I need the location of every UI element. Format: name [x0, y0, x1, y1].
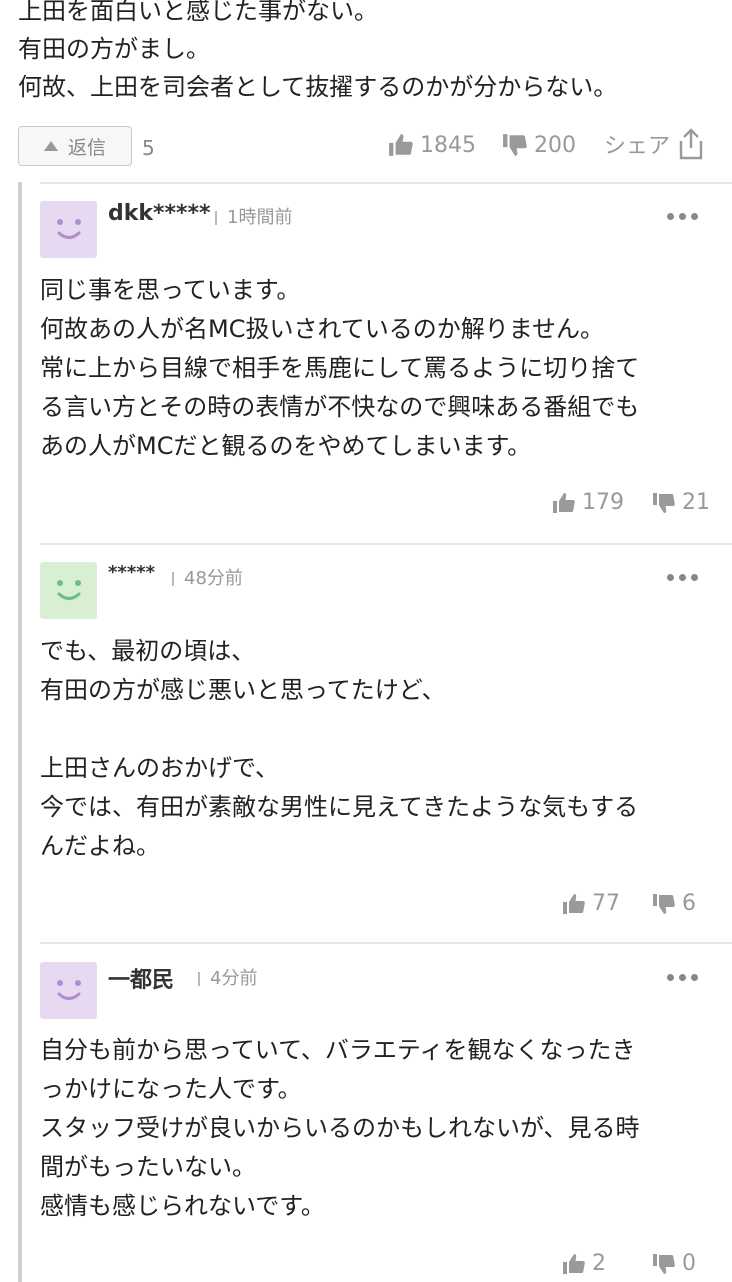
parent-comment-actions: 返信 5 1845 200 シェア — [18, 126, 714, 168]
dislike-button[interactable]: 0 — [652, 1251, 696, 1276]
username[interactable]: 一都民 — [108, 962, 174, 994]
more-options-icon[interactable] — [662, 574, 698, 581]
comment-line: 有田の方がまし。 — [18, 35, 210, 63]
comment-line: 自分も前から思っていて、バラエティを観なくなったき — [40, 1036, 636, 1064]
share-label: シェア — [604, 134, 671, 159]
thread-indent-line — [18, 182, 22, 1282]
like-button[interactable]: 179 — [552, 490, 624, 515]
dislike-button[interactable]: 6 — [652, 891, 696, 916]
more-options-icon[interactable] — [662, 213, 698, 220]
comment-line: スタッフ受けが良いからいるのかもしれないが、見る時 — [40, 1114, 640, 1142]
dislike-button[interactable]: 21 — [652, 490, 710, 515]
post-time-text: 1時間前 — [227, 207, 293, 228]
comment-line: 何故あの人が名MC扱いされているのか解りません。 — [40, 315, 605, 343]
dislike-count: 21 — [682, 490, 710, 515]
post-time: 4分前 — [198, 964, 257, 990]
comment-line: 上田を面白いと感じた事がない。 — [18, 0, 378, 25]
like-button[interactable]: 2 — [562, 1251, 606, 1276]
thumbs-down-icon — [653, 1253, 675, 1274]
comment-line: 今では、有田が素敵な男性に見えてきたような気もする — [40, 793, 639, 821]
post-time: 48分前 — [172, 564, 243, 590]
dislike-count: 6 — [682, 891, 696, 916]
divider — [40, 182, 732, 184]
reply-body: でも、最初の頃は、 有田の方が感じ悪いと思ってたけど、 上田さんのおかげで、 今… — [40, 632, 716, 866]
reply-body: 同じ事を思っています。 何故あの人が名MC扱いされているのか解りません。 常に上… — [40, 271, 716, 466]
comment-line: 間がもったいない。 — [40, 1153, 256, 1181]
comment-line: あの人がMCだと観るのをやめてしまいます。 — [40, 432, 532, 460]
like-button[interactable]: 77 — [562, 891, 620, 916]
reply-body: 自分も前から思っていて、バラエティを観なくなったき っかけになった人です。 スタ… — [40, 1031, 716, 1226]
comment-line — [40, 710, 716, 749]
like-count: 179 — [582, 490, 624, 515]
reply-comment: 一都民 4分前 自分も前から思っていて、バラエティを観なくなったき っかけになっ… — [40, 962, 716, 1280]
comment-line: んだよね。 — [40, 832, 160, 860]
smiley-face-icon — [56, 579, 81, 600]
like-count: 1845 — [420, 132, 476, 158]
divider — [40, 543, 732, 545]
reply-toggle-button[interactable]: 返信 — [18, 126, 132, 166]
share-button[interactable]: シェア — [604, 128, 704, 160]
thumbs-down-icon — [653, 492, 675, 513]
username[interactable]: ***** — [108, 562, 155, 583]
smiley-face-icon — [56, 218, 81, 239]
like-count: 77 — [592, 891, 620, 916]
username[interactable]: dkk***** — [108, 201, 211, 226]
reply-comment: dkk***** 1時間前 同じ事を思っています。 何故あの人が名MC扱いされて… — [40, 201, 716, 531]
thumbs-down-icon — [503, 134, 527, 156]
thumbs-up-icon — [553, 492, 575, 513]
like-count: 2 — [592, 1251, 606, 1276]
like-button[interactable]: 1845 — [388, 132, 476, 158]
dislike-count: 0 — [682, 1251, 696, 1276]
thumbs-down-icon — [653, 893, 675, 914]
dislike-count: 200 — [534, 132, 576, 158]
share-icon — [679, 128, 703, 160]
post-time: 1時間前 — [215, 203, 292, 229]
more-options-icon[interactable] — [662, 974, 698, 981]
avatar[interactable] — [40, 562, 97, 619]
post-time-text: 4分前 — [210, 968, 258, 989]
comment-line: 何故、上田を司会者として抜擢するのかが分からない。 — [18, 73, 618, 101]
comment-line: でも、最初の頃は、 — [40, 637, 256, 665]
reply-comment: ***** 48分前 でも、最初の頃は、 有田の方が感じ悪いと思ってたけど、 上… — [40, 562, 716, 932]
avatar[interactable] — [40, 962, 97, 1019]
divider — [40, 942, 732, 944]
comment-line: っかけになった人です。 — [40, 1075, 302, 1103]
comment-line: 感情も感じられないです。 — [40, 1192, 325, 1220]
reply-count: 5 — [142, 136, 155, 160]
comment-line: 有田の方が感じ悪いと思ってたけど、 — [40, 676, 446, 704]
comment-line: 上田さんのおかげで、 — [40, 754, 280, 782]
parent-comment-text: 上田を面白いと感じた事がない。 有田の方がまし。 何故、上田を司会者として抜擢す… — [18, 0, 718, 106]
collapse-triangle-icon — [43, 141, 58, 151]
dislike-button[interactable]: 200 — [502, 132, 576, 158]
comment-line: る言い方とその時の表情が不快なので興味ある番組でも — [40, 393, 640, 421]
thumbs-up-icon — [563, 893, 585, 914]
avatar[interactable] — [40, 201, 97, 258]
comment-line: 常に上から目線で相手を馬鹿にして罵るように切り捨て — [40, 354, 640, 382]
reply-button-label: 返信 — [67, 136, 106, 159]
comment-line: 同じ事を思っています。 — [40, 276, 301, 304]
thumbs-up-icon — [563, 1253, 585, 1274]
post-time-text: 48分前 — [184, 568, 243, 589]
thumbs-up-icon — [389, 134, 413, 156]
smiley-face-icon — [56, 979, 81, 1000]
